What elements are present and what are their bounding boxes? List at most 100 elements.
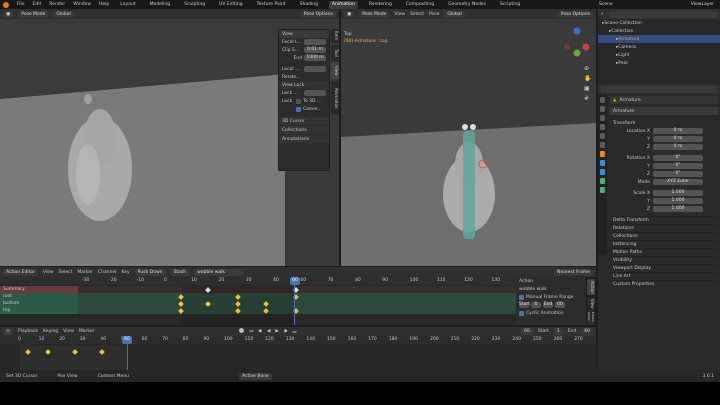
sidebar-tab-view[interactable]: View [331, 63, 339, 79]
workspace-tab-geometry-nodes[interactable]: Geometry Nodes [445, 1, 489, 9]
right-menu-select[interactable]: Select [410, 12, 424, 17]
tl-menu-marker[interactable]: Marker [79, 329, 95, 334]
rotation-mode-row[interactable]: Mode XYZ Euler [610, 178, 718, 186]
outliner-item[interactable]: ▸ Light [598, 51, 720, 59]
rotation-y-row[interactable]: Y 0° [610, 162, 718, 170]
workspace-tab-compositing[interactable]: Compositing [403, 1, 437, 9]
sidebar-tab-animation[interactable]: Animation [331, 81, 339, 115]
property-section-header[interactable]: Viewport Display [610, 264, 718, 272]
channel-row[interactable]: root [0, 293, 78, 300]
outliner-item[interactable]: ▸ Scene Collection [598, 19, 720, 27]
scale-x-row[interactable]: Scale X 1.000 [610, 189, 718, 197]
ae-menu-select[interactable]: Select [59, 270, 73, 275]
cyclic-animation-row[interactable]: Cyclic Animation [516, 309, 586, 317]
jump-start-icon[interactable]: ⏮ [249, 329, 253, 335]
sidebar-tab-item[interactable]: Item [331, 29, 339, 43]
property-section-header[interactable]: Delta Transform [610, 216, 718, 224]
section-collections[interactable]: Collections [279, 126, 329, 134]
object-tab-icon[interactable] [600, 151, 605, 157]
workspace-tab-animation[interactable]: Animation [328, 0, 358, 9]
property-section-header[interactable]: Motion Paths [610, 248, 718, 256]
right-pose-options[interactable]: Pose Options [557, 10, 593, 18]
render-region-row[interactable]: Rende... [279, 73, 329, 81]
action-panel-header[interactable]: Action [516, 277, 586, 285]
property-section-header[interactable]: Custom Properties [610, 280, 718, 288]
lock-camera-row[interactable]: Camer... [279, 105, 329, 113]
jump-end-icon[interactable]: ⏭ [292, 329, 296, 335]
outliner-search-input[interactable] [608, 10, 717, 18]
timeline-ruler[interactable]: 0102030405060708090100110120130140150160… [0, 336, 596, 344]
lock-to-3d-checkbox[interactable] [296, 98, 301, 104]
local-camera-row[interactable]: Local ... [279, 65, 329, 73]
lock-object-row[interactable]: Lock ... [279, 89, 329, 97]
clip-start-row[interactable]: Clip S... 0.01 m [279, 46, 329, 54]
workspace-tab-scripting[interactable]: Scripting [497, 1, 523, 9]
channel-row[interactable]: Summary [0, 286, 78, 293]
focal-length-row[interactable]: Focal L... [279, 38, 329, 46]
outliner-item[interactable]: ▸ Collection [598, 27, 720, 35]
outliner-item[interactable]: ▸ Camera [598, 43, 720, 51]
cyclic-animation-checkbox[interactable] [519, 310, 524, 316]
play-reverse-icon[interactable]: ◀ [267, 329, 270, 334]
world-tab-icon[interactable] [600, 142, 605, 148]
ae-tab-view[interactable]: View [587, 297, 595, 309]
scale-z-row[interactable]: Z 1.000 [610, 205, 718, 213]
action-name-field[interactable]: wobble walk [194, 268, 245, 276]
scene-selector[interactable]: Scene [599, 2, 613, 7]
left-3d-viewport[interactable]: View Focal L... Clip S... 0.01 m End 1000 … [0, 19, 339, 266]
right-3d-viewport[interactable]: Top (60) Armature : top ⊕ ✋ ▣ # [341, 19, 596, 266]
outliner-filter-icon[interactable]: ⌕ [601, 11, 604, 17]
ae-tab-action[interactable]: Action [587, 279, 595, 295]
ae-frame-ruler[interactable]: -30 -20 -10 0 10 20 30 40 60 70 80 90 100 110 120 130 [0, 277, 516, 285]
manual-frame-range-row[interactable]: Manual Frame Range [516, 293, 586, 301]
timeline-end-field[interactable]: 60 [581, 328, 593, 335]
snapping-selector[interactable]: Nearest Frame [554, 268, 593, 276]
end-field[interactable]: 60 [555, 302, 565, 308]
location-y-row[interactable]: Y0 m [610, 135, 718, 143]
timeline-start-field[interactable]: 1 [553, 328, 563, 335]
timeline-playhead-frame[interactable]: 60 [122, 336, 132, 344]
manual-frame-range-checkbox[interactable] [519, 294, 524, 300]
workspace-tab-uv-editing[interactable]: UV Editing [216, 1, 245, 9]
workspace-tab-modeling[interactable]: Modeling [147, 1, 173, 9]
workspace-tab-shading[interactable]: Shading [297, 1, 321, 9]
camera-lock-checkbox[interactable] [296, 106, 301, 112]
property-section-header[interactable]: Relations [610, 224, 718, 232]
right-menu-view[interactable]: View [394, 12, 405, 17]
tl-menu-playback[interactable]: Playback [18, 329, 38, 334]
menu-file[interactable]: File [17, 2, 25, 7]
view-layer-selector[interactable]: ViewLayer [691, 2, 714, 7]
rotation-z-row[interactable]: Z 0° [610, 170, 718, 178]
start-field[interactable]: 0 [531, 302, 541, 308]
menu-window[interactable]: Window [73, 2, 91, 7]
properties-search-input[interactable] [601, 85, 717, 93]
property-section-header[interactable]: Collections [610, 232, 718, 240]
keyframe-area[interactable] [78, 286, 516, 324]
rotation-x-row[interactable]: Rotation X 0° [610, 154, 718, 162]
property-section-header[interactable]: Visibility [610, 256, 718, 264]
physics-tab-icon[interactable] [600, 169, 605, 175]
menu-render[interactable]: Render [49, 2, 65, 7]
object-name-field[interactable]: ▲ Armature [610, 96, 718, 104]
workspace-tab-sculpting[interactable]: Sculpting [181, 1, 208, 9]
zoom-icon[interactable]: ⊕ [584, 65, 589, 72]
right-editor-type-icon[interactable]: ▣ [344, 10, 355, 18]
left-orientation-selector[interactable]: Global [53, 10, 74, 18]
tl-menu-keying[interactable]: Keying [43, 329, 58, 334]
workspace-tab-rendering[interactable]: Rendering [366, 1, 395, 9]
render-tab-icon[interactable] [600, 106, 605, 112]
editor-type-icon[interactable]: ▣ [3, 10, 14, 18]
scale-y-row[interactable]: Y 1.000 [610, 197, 718, 205]
output-tab-icon[interactable] [600, 115, 605, 121]
ae-tab-edited-action[interactable]: Edited Action [587, 309, 595, 325]
ae-menu-key[interactable]: Key [121, 270, 129, 275]
section-annotations[interactable]: Annotations [279, 135, 329, 143]
stash-button[interactable]: Stash [170, 268, 190, 276]
play-icon[interactable]: ▶ [275, 329, 278, 334]
clip-end-row[interactable]: End 1000 m [279, 54, 329, 62]
tl-menu-view[interactable]: View [63, 329, 74, 334]
record-button[interactable] [239, 328, 245, 335]
right-orientation-selector[interactable]: Global [444, 10, 465, 18]
camera-view-icon[interactable]: ▣ [584, 85, 590, 92]
next-key-icon[interactable]: ◆ [284, 329, 287, 334]
